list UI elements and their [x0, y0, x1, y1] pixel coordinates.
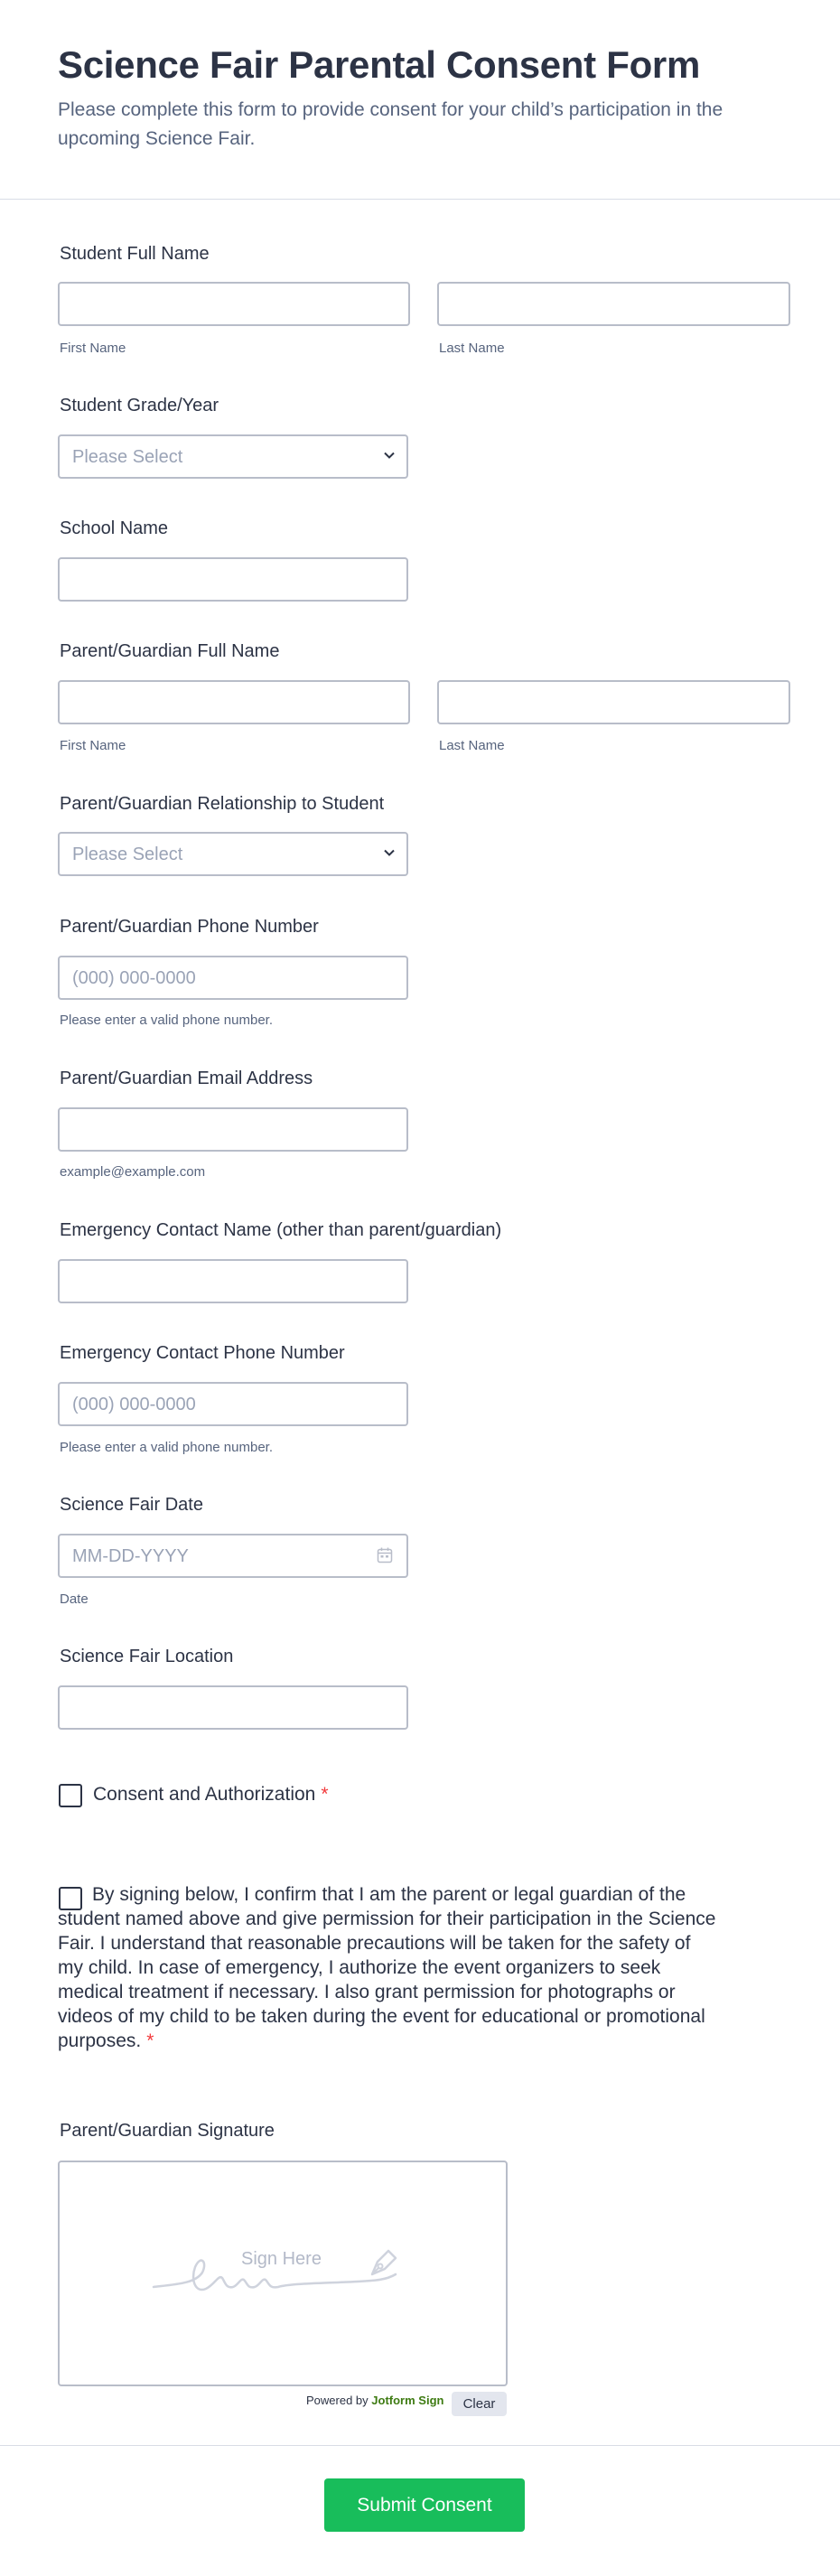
parent-name-label: Parent/Guardian Full Name — [60, 641, 280, 661]
sign-here-text: Sign Here — [241, 2249, 322, 2269]
emergency-name-label: Emergency Contact Name (other than paren… — [60, 1220, 502, 1240]
submit-button[interactable]: Submit Consent — [324, 2478, 525, 2532]
relationship-select-value: Please Select — [72, 845, 183, 864]
student-name-label: Student Full Name — [60, 244, 210, 264]
emergency-phone-placeholder: (000) 000-0000 — [72, 1395, 196, 1414]
parent-email-input[interactable] — [58, 1107, 408, 1152]
grade-label: Student Grade/Year — [60, 396, 219, 415]
emergency-phone-sublabel: Please enter a valid phone number. — [60, 1440, 273, 1455]
grade-select[interactable]: Please Select — [58, 434, 408, 479]
emergency-name-input[interactable] — [58, 1259, 408, 1303]
required-asterisk: * — [146, 2030, 154, 2051]
powered-by: Powered by Jotform Sign — [306, 2394, 443, 2407]
relationship-label: Parent/Guardian Relationship to Student — [60, 794, 385, 814]
fair-date-sublabel: Date — [60, 1591, 89, 1607]
grade-select-value: Please Select — [72, 447, 183, 467]
form-subtitle: Please complete this form to provide con… — [58, 99, 723, 149]
clear-signature-button[interactable]: Clear — [452, 2392, 507, 2416]
statement-text: By signing below, I confirm that I am th… — [58, 1882, 717, 2053]
parent-email-label: Parent/Guardian Email Address — [60, 1069, 313, 1088]
student-last-name-input[interactable] — [437, 282, 790, 326]
statement-body: By signing below, I confirm that I am th… — [58, 1884, 716, 2051]
required-asterisk: * — [321, 1784, 329, 1805]
emergency-phone-label: Emergency Contact Phone Number — [60, 1343, 345, 1363]
student-last-name-sublabel: Last Name — [439, 341, 505, 356]
chevron-down-icon — [384, 452, 395, 459]
school-name-input[interactable] — [58, 557, 408, 602]
calendar-icon[interactable] — [376, 1546, 394, 1564]
signature-squiggle — [152, 2259, 397, 2291]
consent-label-text: Consent and Authorization — [93, 1784, 316, 1805]
footer-divider — [0, 2445, 840, 2446]
signature-pad[interactable]: Sign Here — [58, 2161, 508, 2386]
parent-first-name-input[interactable] — [58, 680, 410, 724]
form-title: Science Fair Parental Consent Form — [58, 43, 701, 86]
powered-by-prefix: Powered by — [306, 2394, 369, 2407]
fair-location-label: Science Fair Location — [60, 1647, 234, 1666]
form-header: Science Fair Parental Consent Form Pleas… — [0, 0, 840, 200]
consent-checkbox[interactable] — [59, 1784, 82, 1807]
student-first-name-sublabel: First Name — [60, 341, 126, 356]
fair-date-label: Science Fair Date — [60, 1495, 203, 1515]
fair-location-input[interactable] — [58, 1685, 408, 1730]
parent-phone-sublabel: Please enter a valid phone number. — [60, 1013, 273, 1028]
parent-phone-input[interactable]: (000) 000-0000 — [58, 956, 408, 1000]
parent-first-name-sublabel: First Name — [60, 738, 126, 753]
parent-phone-label: Parent/Guardian Phone Number — [60, 917, 319, 937]
signature-label: Parent/Guardian Signature — [60, 2121, 275, 2141]
parent-email-sublabel: example@example.com — [60, 1164, 206, 1180]
relationship-select[interactable]: Please Select — [58, 832, 408, 876]
fair-date-input[interactable]: MM-DD-YYYY — [58, 1534, 408, 1578]
powered-by-brand: Jotform Sign — [371, 2394, 444, 2407]
chevron-down-icon — [384, 849, 395, 856]
parent-phone-placeholder: (000) 000-0000 — [72, 968, 196, 988]
pen-icon — [370, 2249, 397, 2276]
parent-last-name-sublabel: Last Name — [439, 738, 505, 753]
parent-last-name-input[interactable] — [437, 680, 790, 724]
consent-label: Consent and Authorization * — [93, 1784, 329, 1806]
school-label: School Name — [60, 518, 169, 538]
student-first-name-input[interactable] — [58, 282, 410, 326]
emergency-phone-input[interactable]: (000) 000-0000 — [58, 1382, 408, 1426]
fair-date-placeholder: MM-DD-YYYY — [72, 1546, 189, 1566]
